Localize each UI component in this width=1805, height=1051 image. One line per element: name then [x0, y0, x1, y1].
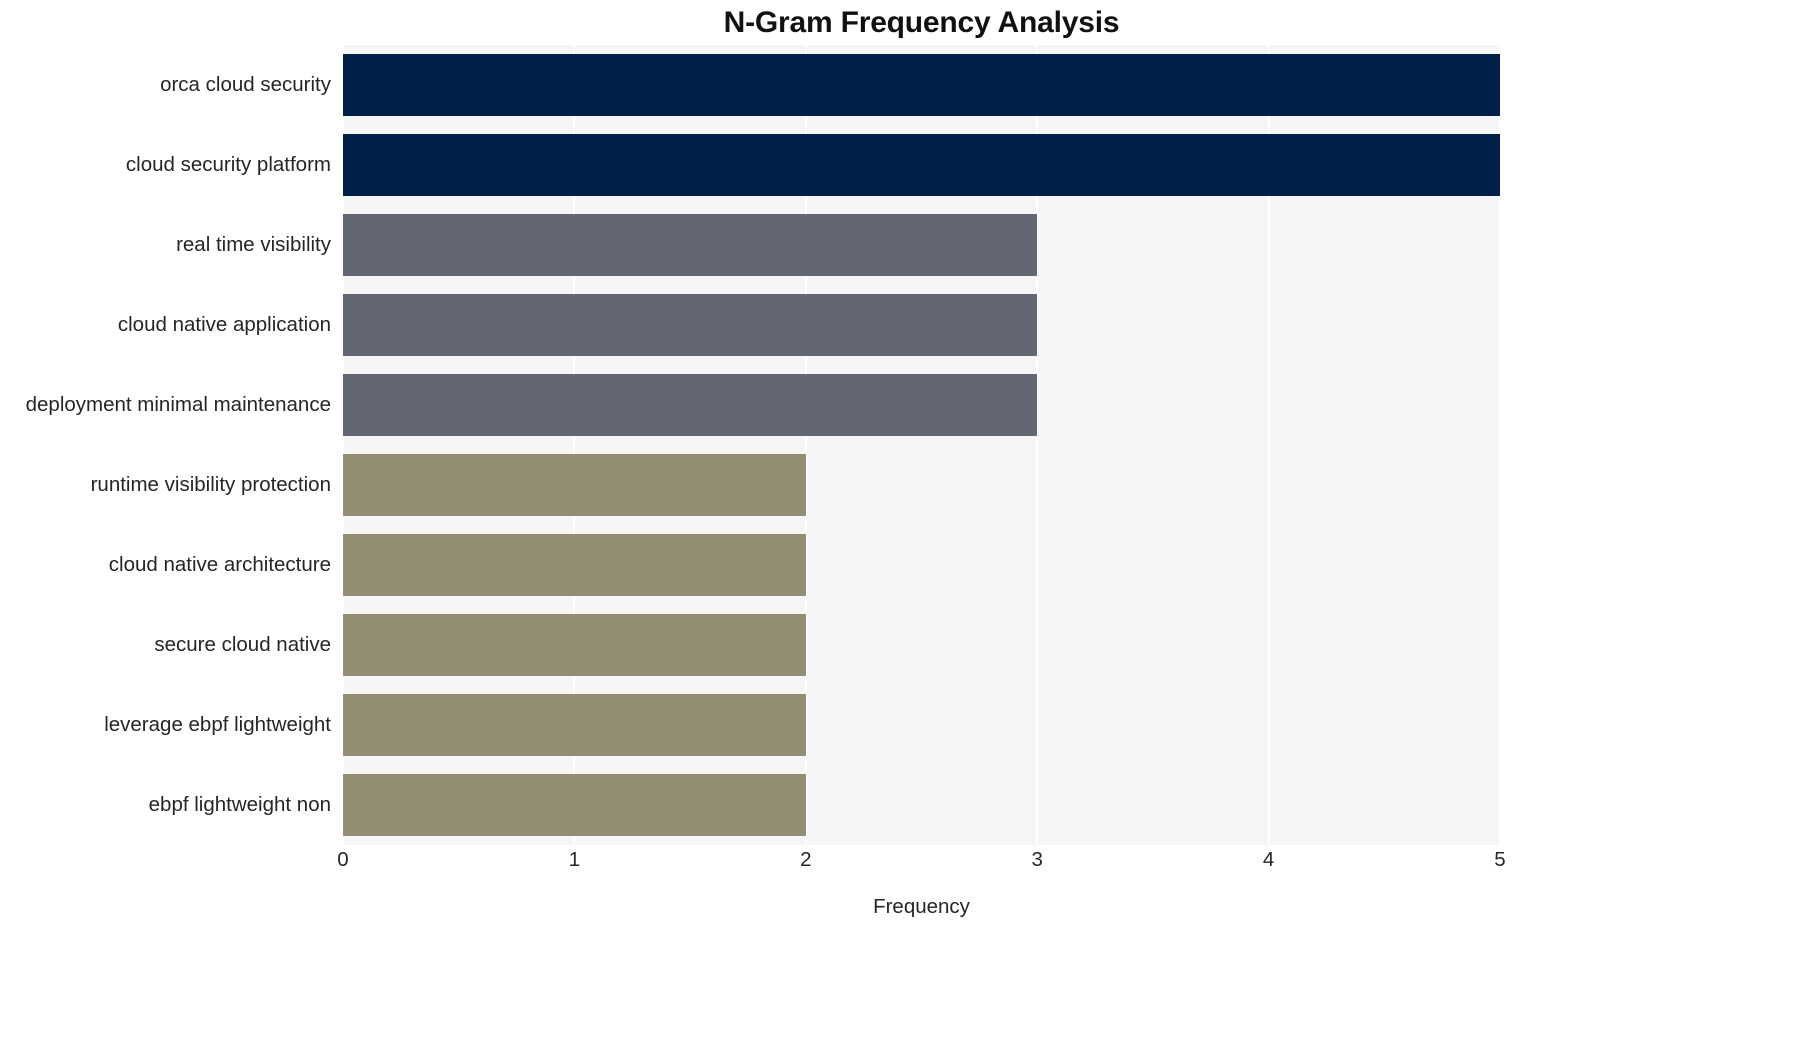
bar-row	[343, 534, 1500, 596]
bar-row	[343, 294, 1500, 356]
y-tick-label: cloud native application	[117, 313, 331, 336]
y-tick-label: deployment minimal maintenance	[25, 393, 331, 416]
bar[interactable]	[343, 374, 1038, 436]
x-tick-label: 4	[1262, 848, 1275, 871]
bar[interactable]	[343, 614, 806, 676]
bar[interactable]	[343, 214, 1038, 276]
y-tick-label: secure cloud native	[154, 633, 331, 656]
bar-row	[343, 454, 1500, 516]
bar[interactable]	[343, 294, 1038, 356]
y-tick-label: runtime visibility protection	[90, 473, 331, 496]
y-tick-label: orca cloud security	[160, 73, 331, 96]
y-tick-label: ebpf lightweight non	[148, 793, 331, 816]
y-tick-label: cloud native architecture	[108, 553, 331, 576]
bar[interactable]	[343, 134, 1500, 196]
bar-row	[343, 614, 1500, 676]
chart-title: N-Gram Frequency Analysis	[723, 6, 1120, 39]
chart-figure: N-Gram Frequency Analysis orca cloud sec…	[0, 0, 1805, 1051]
bar-row	[343, 214, 1500, 276]
bar[interactable]	[343, 534, 806, 596]
bar[interactable]	[343, 774, 806, 836]
bar-series	[343, 45, 1500, 845]
x-tick-label: 2	[800, 848, 812, 871]
bar-row	[343, 134, 1500, 196]
y-tick-label: real time visibility	[176, 233, 331, 256]
x-axis-ticks: 0 1 2 3 4 5	[337, 848, 1505, 878]
bar[interactable]	[343, 694, 806, 756]
x-tick-label: 1	[568, 848, 581, 871]
x-axis-title: Frequency	[873, 895, 970, 918]
bar-row	[343, 54, 1500, 116]
y-tick-label: leverage ebpf lightweight	[104, 713, 331, 736]
x-tick-label: 5	[1494, 848, 1506, 871]
bar-row	[343, 374, 1500, 436]
bar-row	[343, 694, 1500, 756]
y-tick-label: cloud security platform	[125, 153, 331, 176]
x-tick-label: 0	[337, 848, 349, 871]
x-tick-label: 3	[1031, 848, 1043, 871]
y-axis: orca cloud security cloud security platfo…	[0, 45, 331, 845]
bar-row	[343, 774, 1500, 836]
bar[interactable]	[343, 54, 1500, 116]
bar[interactable]	[343, 454, 806, 516]
plot-area	[343, 45, 1500, 845]
